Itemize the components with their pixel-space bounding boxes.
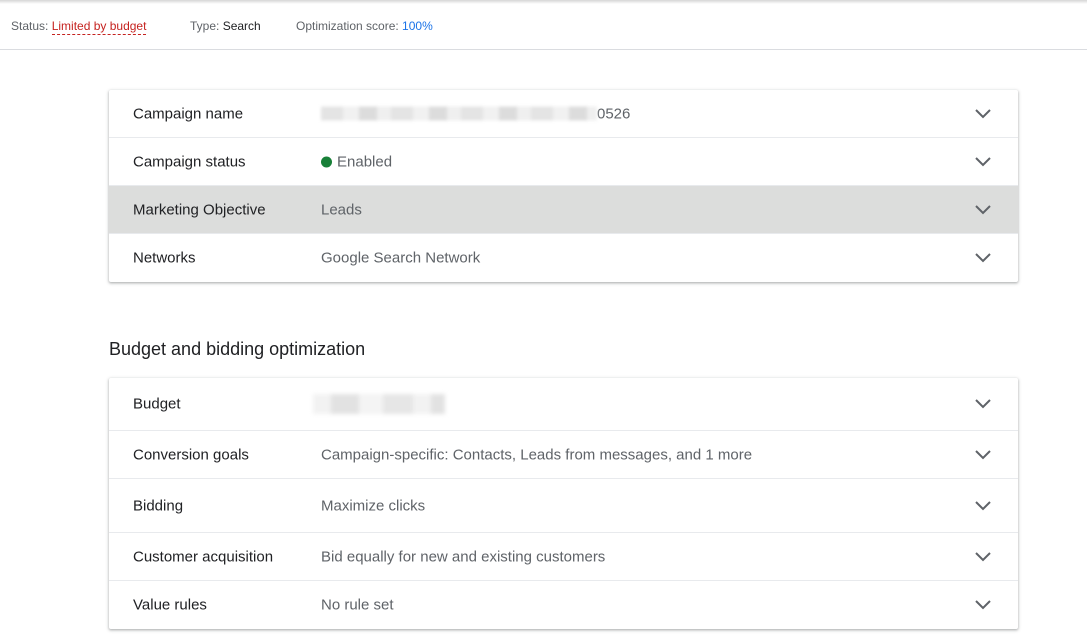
type-key: Type: xyxy=(190,19,220,33)
marketing-objective-value: Leads xyxy=(321,201,362,218)
budget-bidding-card: Budget Conversion goals Campaign-specifi… xyxy=(109,378,1018,629)
campaign-status-text: Enabled xyxy=(337,153,393,170)
status-indicator: Status: Limited by budget xyxy=(11,19,147,35)
campaign-status-bar: Status: Limited by budget Type: Search O… xyxy=(0,0,1087,50)
chevron-down-icon[interactable] xyxy=(974,204,992,216)
setting-label: Campaign status xyxy=(133,153,246,170)
redacted-text xyxy=(321,106,597,120)
setting-label: Value rules xyxy=(133,596,207,614)
chevron-down-icon[interactable] xyxy=(974,500,992,512)
networks-value: Google Search Network xyxy=(321,249,481,267)
type-value: Search xyxy=(222,19,261,33)
setting-label: Marketing Objective xyxy=(133,201,266,218)
setting-label: Customer acquisition xyxy=(133,548,274,565)
status-limited-link[interactable]: Limited by budget xyxy=(51,19,147,35)
type-indicator: Type: Search xyxy=(190,19,261,33)
campaign-status-value: Enabled xyxy=(321,153,392,170)
setting-label: Bidding xyxy=(133,497,184,514)
chevron-down-icon[interactable] xyxy=(974,156,992,168)
status-key: Status: xyxy=(11,19,49,33)
setting-row-campaign-name[interactable]: Campaign name 0526 xyxy=(109,90,1018,138)
redacted-budget-value xyxy=(313,394,445,414)
setting-row-customer-acquisition[interactable]: Customer acquisition Bid equally for new… xyxy=(109,533,1018,581)
conversion-goals-value: Campaign-specific: Contacts, Leads from … xyxy=(321,446,753,463)
chevron-down-icon[interactable] xyxy=(974,252,992,264)
setting-row-bidding[interactable]: Bidding Maximize clicks xyxy=(109,479,1018,533)
setting-row-campaign-status[interactable]: Campaign status Enabled xyxy=(109,138,1018,186)
setting-row-budget[interactable]: Budget xyxy=(109,378,1018,431)
bidding-value: Maximize clicks xyxy=(321,497,426,514)
status-dot-icon xyxy=(321,156,332,167)
score-key: Optimization score: xyxy=(296,19,399,33)
section-title-budget-bidding: Budget and bidding optimization xyxy=(109,339,366,359)
campaign-settings-card: Campaign name 0526 Campaign status Enabl… xyxy=(109,90,1018,282)
setting-row-value-rules[interactable]: Value rules No rule set xyxy=(109,581,1018,629)
chevron-down-icon[interactable] xyxy=(974,551,992,563)
campaign-name-suffix: 0526 xyxy=(597,105,631,122)
chevron-down-icon[interactable] xyxy=(974,599,992,611)
chevron-down-icon[interactable] xyxy=(974,108,992,120)
customer-acquisition-value: Bid equally for new and existing custome… xyxy=(321,548,606,565)
setting-row-networks[interactable]: Networks Google Search Network xyxy=(109,234,1018,282)
setting-label: Budget xyxy=(133,395,181,413)
setting-label: Networks xyxy=(133,249,196,267)
setting-label: Conversion goals xyxy=(133,446,249,463)
chevron-down-icon[interactable] xyxy=(974,449,992,461)
setting-label: Campaign name xyxy=(133,105,244,122)
optimization-score-link[interactable]: 100% xyxy=(402,19,433,33)
setting-row-conversion-goals[interactable]: Conversion goals Campaign-specific: Cont… xyxy=(109,431,1018,479)
optimization-score-indicator: Optimization score: 100% xyxy=(296,19,433,33)
top-shadow xyxy=(0,0,1087,4)
value-rules-value: No rule set xyxy=(321,596,394,614)
campaign-name-value: 0526 xyxy=(321,105,630,122)
chevron-down-icon[interactable] xyxy=(974,398,992,410)
setting-row-marketing-objective[interactable]: Marketing Objective Leads xyxy=(109,186,1018,234)
